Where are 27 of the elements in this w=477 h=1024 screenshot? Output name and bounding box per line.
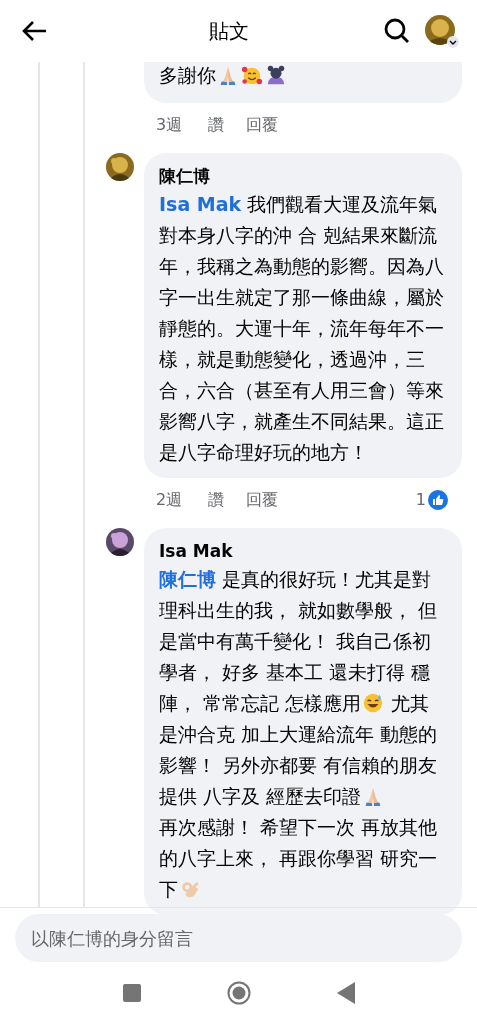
comment-input[interactable]: 以陳仁博的身分留言 (15, 914, 462, 962)
recents-icon[interactable] (122, 984, 141, 1002)
chevron-down-icon (447, 36, 459, 48)
reply-link[interactable]: 回覆 (246, 488, 279, 512)
back-arrow-icon[interactable] (20, 19, 48, 43)
bowing-figure-icon (265, 64, 287, 86)
like-link[interactable]: 讚 (208, 113, 225, 137)
reaction-count: 1 (415, 489, 426, 511)
mention-link[interactable]: Isa Mak (159, 193, 242, 215)
author-name[interactable]: 陳仁博 (159, 163, 447, 189)
smiling-face-hearts-icon (241, 64, 263, 86)
comment-text: 陳仁博 是真的很好玩！尤其是對理科出生的我， 就如數學般， 但是當中有萬千變化！ 我自己係初學者， 好多 基本工 還未打得 穩陣， 常常忘記 怎樣應用 尤其是沖合克 加上大運給流年 動態的影響！ 另外亦都要 有信賴的朋友提供 八字及 經歷去印證 再次感謝！ 希望下一次 再放其他的八字上來， 再跟你學習 研究一下 (159, 567, 439, 902)
back-icon[interactable] (336, 982, 355, 1004)
mention-link[interactable]: 陳仁博 (159, 568, 216, 590)
home-icon[interactable] (226, 981, 251, 1005)
thumbs-up-icon[interactable] (428, 490, 448, 510)
search-icon[interactable] (383, 17, 411, 45)
comment-time: 2週 (156, 489, 183, 511)
reply-link[interactable]: 回覆 (246, 113, 279, 137)
sweat-smile-icon (362, 692, 385, 714)
comment-time: 3週 (156, 114, 183, 136)
like-link[interactable]: 讚 (208, 488, 225, 512)
profile-menu-button[interactable] (425, 15, 457, 47)
author-name[interactable]: Isa Mak (159, 538, 447, 564)
comment-text: 多謝你 (159, 60, 447, 91)
page-title: 貼文 (207, 18, 250, 45)
comment-text: Isa Mak 我們觀看大運及流年氣對本身八字的沖 合 剋結果來斷流年，我稱之為動態的影嚮。因為八字一出生就定了那一條曲線，屬於靜態的。大運十年，流年每年不一樣，就是動態變化，透過沖，三合，六合（甚至有人用三會）等來影嚮八字，就產生不同結果。這正是八字命理好玩的地方！ (159, 192, 445, 465)
